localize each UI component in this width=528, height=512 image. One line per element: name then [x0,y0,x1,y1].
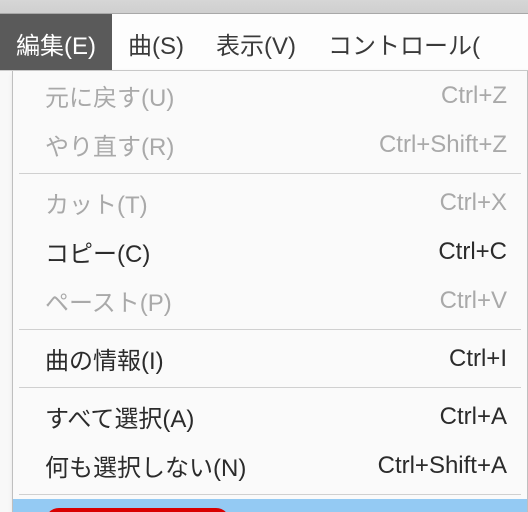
window-titlebar-strip [0,0,528,14]
menu-cut-shortcut: Ctrl+X [440,189,507,217]
menu-select-none-shortcut: Ctrl+Shift+A [378,452,507,480]
menu-redo-label: やり直す(R) [45,127,174,162]
edit-menu-dropdown: 元に戻す(U) Ctrl+Z やり直す(R) Ctrl+Shift+Z カット(… [12,71,528,512]
menu-paste-shortcut: Ctrl+V [440,287,507,315]
menubar: 編集(E) 曲(S) 表示(V) コントロール( [0,14,528,71]
menu-preferences[interactable]: 環境設定(F)... Ctrl+, [13,499,527,512]
menubar-view[interactable]: 表示(V) [200,14,312,70]
menu-separator [19,387,521,388]
menu-select-all[interactable]: すべて選択(A) Ctrl+A [13,392,527,441]
menu-cut[interactable]: カット(T) Ctrl+X [13,178,527,227]
menu-song-info[interactable]: 曲の情報(I) Ctrl+I [13,334,527,383]
menu-undo-shortcut: Ctrl+Z [441,82,507,110]
menubar-song[interactable]: 曲(S) [112,14,200,70]
menu-select-all-shortcut: Ctrl+A [440,403,507,431]
menu-copy[interactable]: コピー(C) Ctrl+C [13,227,527,276]
menu-separator [19,173,521,174]
menu-song-info-label: 曲の情報(I) [45,341,164,376]
menu-redo[interactable]: やり直す(R) Ctrl+Shift+Z [13,120,527,169]
menu-copy-shortcut: Ctrl+C [438,238,507,266]
menu-select-all-label: すべて選択(A) [45,399,194,434]
menu-paste[interactable]: ペースト(P) Ctrl+V [13,276,527,325]
menu-undo-label: 元に戻す(U) [45,78,174,113]
menu-song-info-shortcut: Ctrl+I [449,345,507,373]
menu-cut-label: カット(T) [45,185,148,220]
menu-undo[interactable]: 元に戻す(U) Ctrl+Z [13,71,527,120]
menu-separator [19,494,521,495]
menu-copy-label: コピー(C) [45,234,150,269]
menu-redo-shortcut: Ctrl+Shift+Z [379,131,507,159]
annotation-highlight-box: 環境設定(F)... [45,508,230,512]
menubar-control[interactable]: コントロール( [312,14,496,70]
menu-select-none[interactable]: 何も選択しない(N) Ctrl+Shift+A [13,441,527,490]
menu-select-none-label: 何も選択しない(N) [45,448,246,483]
menubar-edit[interactable]: 編集(E) [0,14,112,70]
menu-separator [19,329,521,330]
menu-paste-label: ペースト(P) [45,283,172,318]
